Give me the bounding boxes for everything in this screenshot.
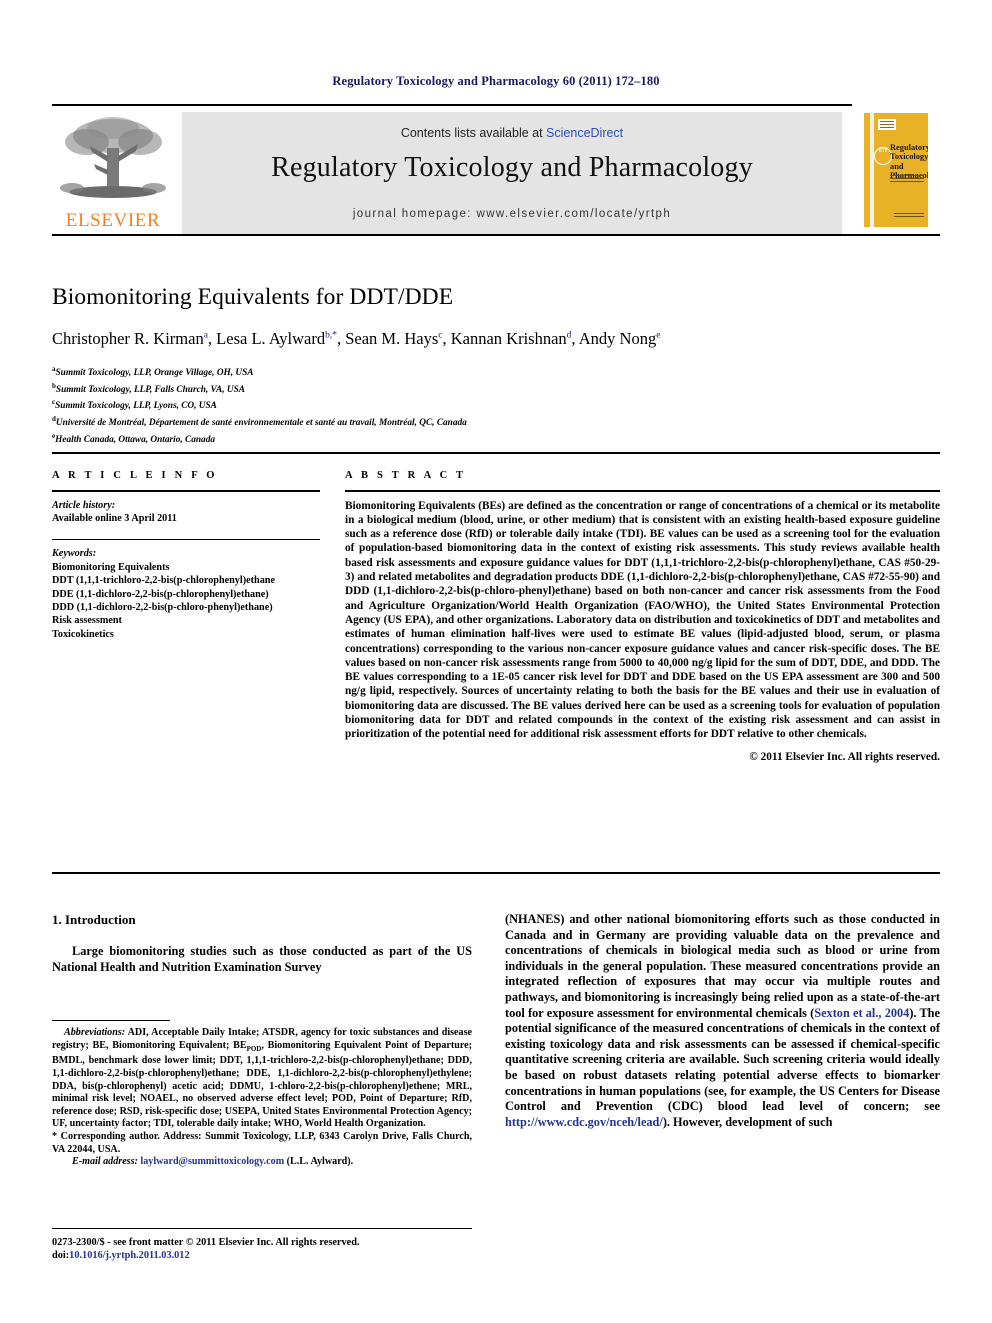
journal-title: Regulatory Toxicology and Pharmacology bbox=[271, 152, 753, 183]
contents-prefix: Contents lists available at bbox=[400, 126, 547, 140]
abbreviations-label: Abbreviations: bbox=[64, 1027, 126, 1039]
abstract-copyright: © 2011 Elsevier Inc. All rights reserved… bbox=[749, 750, 940, 763]
paper-page: Regulatory Toxicology and Pharmacology 6… bbox=[0, 0, 992, 1323]
author-name: Christopher R. Kirman bbox=[52, 329, 204, 348]
email-footnote: E-mail address: laylward@summittoxicolog… bbox=[72, 1156, 354, 1168]
article-history-label: Article history: bbox=[52, 499, 116, 511]
intro-text-segment-2: ). The potential significance of the mea… bbox=[505, 1005, 940, 1114]
abstract-section: A B S T R A C T Biomonitoring Equivalent… bbox=[345, 470, 940, 763]
keyword-item: DDT (1,1,1-trichloro-2,2-bis(p-chlorophe… bbox=[52, 575, 275, 587]
cover-elsevier-mark bbox=[878, 119, 896, 130]
intro-text-segment-1: (NHANES) and other national biomonitorin… bbox=[505, 912, 940, 1020]
intro-paragraph-left: Large biomonitoring studies such as thos… bbox=[52, 944, 472, 974]
running-head: Regulatory Toxicology and Pharmacology 6… bbox=[332, 74, 660, 88]
journal-homepage-link[interactable]: journal homepage: www.elsevier.com/locat… bbox=[182, 208, 842, 220]
affiliation-marker: d bbox=[52, 415, 56, 424]
corresponding-author-footnote: * Corresponding author. Address: Summit … bbox=[52, 1130, 472, 1155]
author-affiliation-marker: e bbox=[656, 330, 661, 341]
sciencedirect-link[interactable]: ScienceDirect bbox=[546, 126, 623, 140]
elsevier-tree-icon bbox=[60, 117, 166, 198]
affiliation-marker: e bbox=[52, 431, 56, 440]
cdc-lead-url-link[interactable]: http://www.cdc.gov/nceh/lead/ bbox=[505, 1115, 663, 1129]
author-name: Kannan Krishnan bbox=[450, 329, 567, 348]
affiliation-marker: b bbox=[52, 381, 56, 390]
journal-cover-thumbnail[interactable]: RTP Regulatory Toxicology and Pharmacolo… bbox=[852, 104, 940, 236]
article-history-value: Available online 3 April 2011 bbox=[52, 513, 177, 525]
doi-link[interactable]: 10.1016/j.yrtph.2011.03.012 bbox=[69, 1250, 189, 1261]
page-title: Biomonitoring Equivalents for DDT/DDE bbox=[52, 284, 454, 310]
author-list: Christopher R. Kirmana, Lesa L. Aylwardb… bbox=[52, 329, 661, 348]
body-column-right: (NHANES) and other national biomonitorin… bbox=[505, 912, 940, 1130]
footnote-block: Abbreviations: ADI, Acceptable Daily Int… bbox=[52, 1020, 472, 1169]
email-link[interactable]: laylward@summittoxicology.com bbox=[140, 1156, 284, 1167]
abstract-bottom-rule bbox=[52, 872, 940, 874]
author-affiliation-marker: d bbox=[566, 330, 572, 341]
masthead-bottom-rule bbox=[52, 234, 940, 236]
contents-lists-line: Contents lists available at ScienceDirec… bbox=[182, 126, 842, 140]
affiliation-marker: c bbox=[52, 398, 56, 407]
masthead-top-rule bbox=[52, 104, 940, 106]
info-section-top-rule bbox=[52, 452, 940, 454]
journal-masthead: ELSEVIER Contents lists available at Sci… bbox=[52, 104, 940, 236]
bottom-matter: 0273-2300/$ - see front matter © 2011 El… bbox=[52, 1236, 482, 1263]
keyword-item: DDD (1,1-dichloro-2,2-bis(p-chloro-pheny… bbox=[52, 601, 273, 613]
author-affiliation-marker: a bbox=[203, 330, 208, 341]
affiliation-item: aSummit Toxicology, LLP, Orange Village,… bbox=[52, 365, 254, 379]
author-name: Lesa L. Aylward bbox=[216, 329, 326, 348]
doi-label: doi: bbox=[52, 1250, 70, 1262]
section-heading-introduction: 1. Introduction bbox=[52, 912, 136, 927]
affiliation-item: dUniversité de Montréal, Département de … bbox=[52, 415, 467, 429]
cover-artwork: RTP Regulatory Toxicology and Pharmacolo… bbox=[864, 113, 928, 227]
bottom-matter-rule bbox=[52, 1228, 472, 1230]
elsevier-wordmark: ELSEVIER bbox=[65, 210, 161, 231]
doi-line: doi:10.1016/j.yrtph.2011.03.012 bbox=[52, 1249, 482, 1262]
elsevier-logo: ELSEVIER bbox=[52, 112, 174, 236]
abstract-rule bbox=[345, 490, 940, 492]
author-affiliation-marker: b,* bbox=[325, 330, 337, 341]
cover-footer-lines bbox=[894, 213, 924, 219]
citation-link-sexton[interactable]: Sexton et al., 2004 bbox=[814, 1006, 909, 1020]
masthead-panel: Contents lists available at ScienceDirec… bbox=[182, 112, 842, 236]
intro-paragraph-right: (NHANES) and other national biomonitorin… bbox=[505, 912, 940, 1130]
title-block: Biomonitoring Equivalents for DDT/DDE Ch… bbox=[52, 284, 940, 446]
affiliation-marker: a bbox=[52, 365, 56, 373]
author-name: Sean M. Hays bbox=[345, 329, 439, 348]
cover-spine bbox=[870, 113, 874, 227]
abstract-text: Biomonitoring Equivalents (BEs) are defi… bbox=[345, 499, 940, 741]
corresponding-author-marker: * bbox=[52, 1130, 58, 1142]
keywords-rule bbox=[52, 538, 320, 541]
affiliation-list: aSummit Toxicology, LLP, Orange Village,… bbox=[52, 363, 940, 446]
footnote-rule bbox=[52, 1020, 170, 1022]
issn-front-matter: 0273-2300/$ - see front matter © 2011 El… bbox=[52, 1237, 360, 1248]
author-name: Andy Nong bbox=[578, 329, 657, 348]
abbreviation-subscript: POD bbox=[246, 1044, 262, 1053]
cover-subtitle-lines bbox=[890, 175, 924, 184]
affiliation-item: eHealth Canada, Ottawa, Ontario, Canada bbox=[52, 431, 215, 445]
abstract-heading: A B S T R A C T bbox=[345, 470, 467, 481]
keyword-item: Risk assessment bbox=[52, 615, 122, 627]
author-affiliation-marker: c bbox=[438, 330, 443, 341]
intro-text-segment-3: ). However, development of such bbox=[662, 1114, 833, 1129]
keywords-list: Biomonitoring Equivalents DDT (1,1,1-tric… bbox=[52, 561, 320, 641]
affiliation-item: bSummit Toxicology, LLP, Falls Church, V… bbox=[52, 381, 245, 395]
keyword-item: Toxicokinetics bbox=[52, 628, 114, 640]
article-info-rule bbox=[52, 490, 320, 492]
article-info-heading: A R T I C L E I N F O bbox=[52, 470, 218, 481]
email-label: E-mail address: bbox=[72, 1156, 141, 1168]
abbreviations-footnote: Abbreviations: ADI, Acceptable Daily Int… bbox=[52, 1027, 472, 1130]
keywords-label: Keywords: bbox=[52, 548, 97, 560]
keyword-item: Biomonitoring Equivalents bbox=[52, 561, 170, 573]
article-info-section: A R T I C L E I N F O Article history: A… bbox=[52, 470, 320, 641]
keyword-item: DDE (1,1-dichloro-2,2-bis(p-chlorophenyl… bbox=[52, 588, 269, 600]
affiliation-item: cSummit Toxicology, LLP, Lyons, CO, USA bbox=[52, 398, 217, 412]
body-column-left: 1. Introduction Large biomonitoring stud… bbox=[52, 912, 472, 975]
